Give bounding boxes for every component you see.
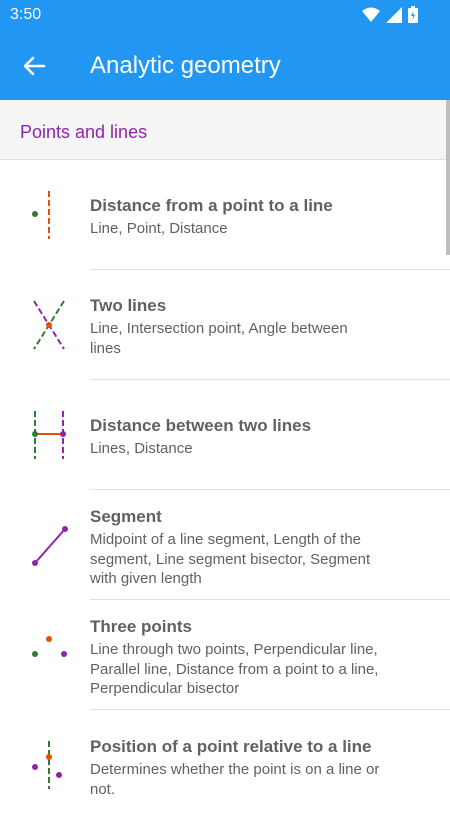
list-item[interactable]: Distance between two lines Lines, Distan… bbox=[0, 380, 450, 490]
list-item[interactable]: Two lines Line, Intersection point, Angl… bbox=[0, 270, 450, 380]
item-title: Segment bbox=[90, 507, 162, 526]
status-bar: 3:50 bbox=[0, 0, 450, 30]
arrow-back-icon bbox=[23, 56, 46, 76]
list-item[interactable]: Position of a point relative to a line D… bbox=[0, 710, 450, 820]
item-subtitle: Line, Intersection point, Angle between … bbox=[90, 320, 348, 357]
app-bar: Analytic geometry bbox=[0, 30, 450, 100]
parallel-lines-distance-icon bbox=[32, 411, 66, 459]
wifi-icon bbox=[362, 7, 380, 22]
battery-icon bbox=[408, 6, 418, 23]
item-subtitle: Determines whether the point is on a lin… bbox=[90, 761, 380, 798]
list-item[interactable]: Three points Line through two points, Pe… bbox=[0, 600, 450, 710]
item-title: Distance from a point to a line bbox=[90, 196, 333, 215]
section-title: Points and lines bbox=[20, 122, 148, 142]
two-lines-icon bbox=[33, 300, 65, 350]
list-item[interactable]: Segment Midpoint of a line segment, Leng… bbox=[0, 490, 450, 600]
item-title: Position of a point relative to a line bbox=[90, 737, 372, 756]
back-button[interactable] bbox=[18, 50, 50, 82]
item-title: Two lines bbox=[90, 296, 167, 315]
three-points-icon bbox=[32, 636, 67, 657]
status-time: 3:50 bbox=[10, 6, 42, 23]
item-title: Three points bbox=[90, 617, 193, 636]
item-subtitle: Midpoint of a line segment, Length of th… bbox=[90, 531, 371, 587]
item-subtitle: Line, Point, Distance bbox=[90, 220, 228, 237]
section-header: Points and lines bbox=[0, 100, 450, 160]
status-icons bbox=[362, 6, 418, 23]
signal-icon bbox=[386, 6, 402, 23]
point-line-distance-icon bbox=[32, 191, 50, 239]
list-item[interactable]: Distance from a point to a line Line, Po… bbox=[0, 160, 450, 270]
item-subtitle: Line through two points, Perpendicular l… bbox=[90, 641, 379, 697]
point-position-icon bbox=[32, 741, 62, 789]
app-title: Analytic geometry bbox=[90, 52, 281, 79]
item-subtitle: Lines, Distance bbox=[90, 440, 193, 457]
item-title: Distance between two lines bbox=[90, 416, 312, 435]
segment-icon bbox=[32, 526, 68, 566]
